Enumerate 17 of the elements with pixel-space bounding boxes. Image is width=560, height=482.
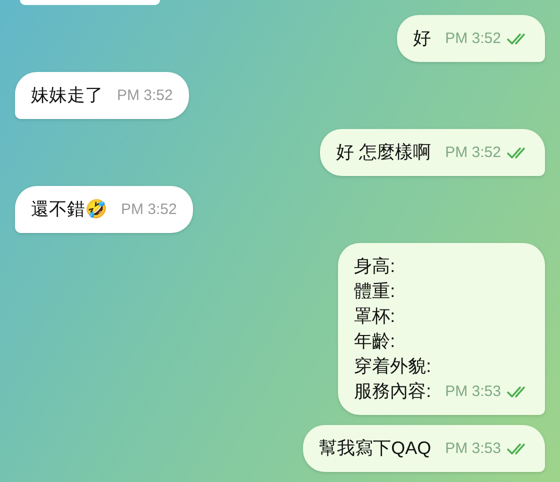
- message-time: PM 3:52: [121, 200, 177, 220]
- message-text: 幫我寫下QAQ: [319, 437, 432, 460]
- message-text: 體重:: [354, 280, 396, 303]
- message-text: 服務內容:: [354, 380, 432, 403]
- message-time: PM 3:52: [445, 29, 501, 49]
- message-text: 穿着外貌:: [354, 355, 432, 378]
- message-time: PM 3:53: [445, 439, 501, 459]
- message-text: 年齡:: [354, 330, 396, 353]
- message-text: 好 怎麼樣啊: [336, 141, 432, 164]
- message-text: 身高:: [354, 255, 396, 278]
- message-time: PM 3:52: [445, 143, 501, 163]
- message-time: PM 3:53: [445, 382, 501, 402]
- message-text: 好: [413, 27, 432, 50]
- message-text: 還不錯🤣: [31, 198, 107, 221]
- message-time: PM 3:52: [117, 86, 173, 106]
- message-text: 妹妹走了: [31, 84, 103, 107]
- message-text: 罩杯:: [354, 305, 396, 328]
